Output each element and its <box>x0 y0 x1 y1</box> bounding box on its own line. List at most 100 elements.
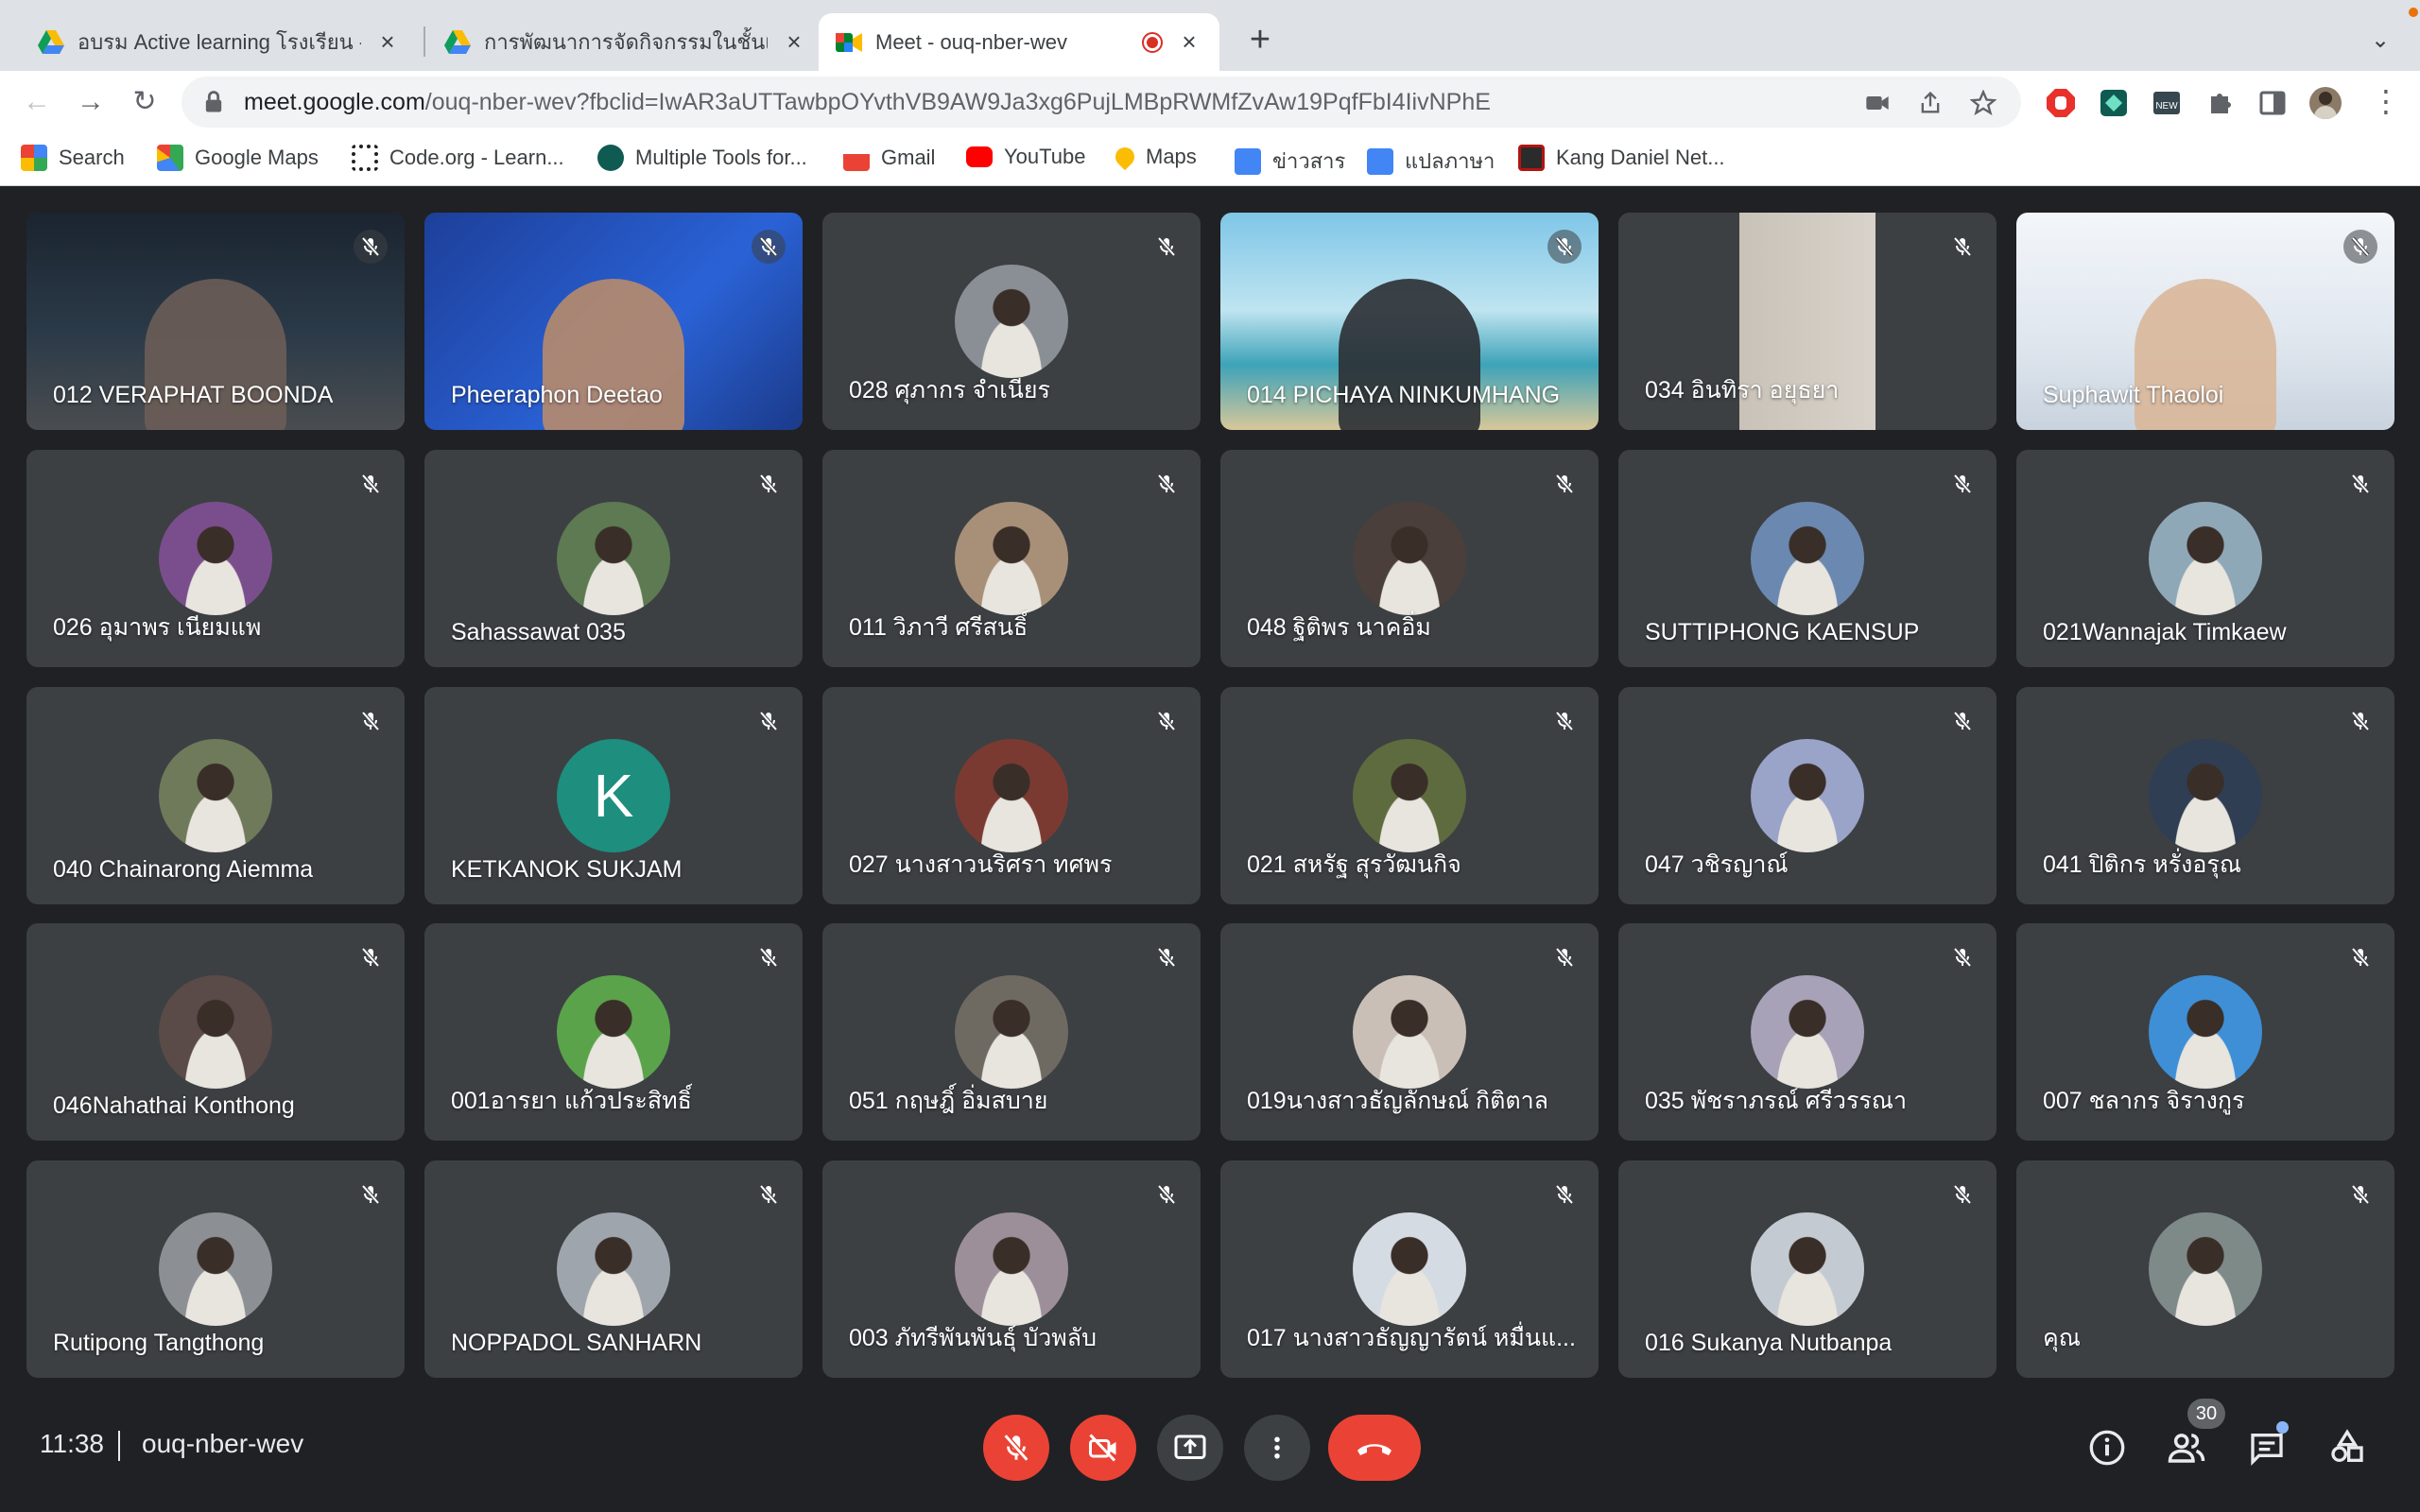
mic-muted-icon <box>2343 1177 2377 1211</box>
reload-icon[interactable]: ↻ <box>127 84 163 120</box>
participant-tile[interactable]: 047 วชิรญาณ์ <box>1618 687 1996 904</box>
profile-avatar[interactable] <box>2309 87 2342 119</box>
browser-tab-strip: อบรม Active learning โรงเรียน - × การพัฒ… <box>0 0 2420 71</box>
tools-extension-icon[interactable] <box>2098 87 2130 119</box>
google-maps-icon <box>157 145 183 171</box>
participant-name: 021Wannajak Timkaew <box>2043 619 2287 645</box>
mic-muted-icon <box>1150 230 1184 264</box>
participant-avatar <box>1751 502 1864 615</box>
participant-tile[interactable]: Sahassawat 035 <box>424 450 803 667</box>
camera-toggle-button[interactable] <box>1070 1415 1136 1481</box>
google-search-icon <box>21 145 47 171</box>
participant-tile[interactable]: 048 ฐิติพร นาคอิ่ม <box>1220 450 1599 667</box>
bookmark-item[interactable]: Gmail <box>843 145 935 171</box>
bookmark-item[interactable]: Multiple Tools for... <box>597 145 807 171</box>
gmail-icon <box>843 145 870 171</box>
participant-name: 003 ภัทรีพันพันธุ์ บัวพลับ <box>849 1325 1097 1351</box>
side-panel-icon[interactable] <box>2256 87 2289 119</box>
bookmark-item[interactable]: YouTube <box>966 145 1085 169</box>
participant-tile[interactable]: Pheeraphon Deetao <box>424 213 803 430</box>
participant-tile[interactable]: 028 ศุภากร จำเนียร <box>822 213 1201 430</box>
activities-button[interactable] <box>2326 1427 2368 1469</box>
participant-tile[interactable]: 019นางสาวธัญลักษณ์ กิติตาล <box>1220 923 1599 1141</box>
mic-muted-icon <box>1945 704 1979 738</box>
bookmark-label: แปลภาษา <box>1405 149 1495 173</box>
close-tab-icon[interactable]: × <box>374 27 401 57</box>
url-text: meet.google.com/ouq-nber-wev?fbclid=IwAR… <box>244 89 1491 116</box>
participant-name: Suphawit Thaoloi <box>2043 382 2224 408</box>
bookmark-item[interactable]: Maps <box>1111 143 1197 171</box>
participant-avatar <box>955 1212 1068 1326</box>
participant-tile[interactable]: 021 สหรัฐ สุรวัฒนกิจ <box>1220 687 1599 904</box>
participant-tile[interactable]: 007 ชลากร จิรางกูร <box>2016 923 2394 1141</box>
recording-icon <box>1142 31 1163 53</box>
participant-tile[interactable]: Suphawit Thaoloi <box>2016 213 2394 430</box>
participant-tile[interactable]: 021Wannajak Timkaew <box>2016 450 2394 667</box>
share-icon[interactable] <box>1917 90 1944 116</box>
new-badge-extension-icon[interactable]: NEW <box>2151 87 2183 119</box>
tools-icon <box>597 145 624 171</box>
bookmark-item[interactable]: Google Maps <box>157 145 319 171</box>
bookmark-item[interactable]: Kang Daniel Net... <box>1518 145 1725 171</box>
participant-tile[interactable]: SUTTIPHONG KAENSUP <box>1618 450 1996 667</box>
people-button[interactable] <box>2166 1427 2207 1469</box>
browser-tab[interactable]: การพัฒนาการจัดกิจกรรมในชั้นเรียน × <box>427 13 824 71</box>
participant-tile[interactable]: 001อารยา แก้วประสิทธิ์ <box>424 923 803 1141</box>
camera-blocked-icon[interactable] <box>1864 90 1891 116</box>
bookmark-item[interactable]: ข่าวสาร <box>1235 145 1345 178</box>
mic-muted-icon <box>2343 230 2377 264</box>
back-arrow-icon[interactable]: ← <box>19 84 55 120</box>
bookmark-item[interactable]: Search <box>21 145 125 171</box>
mic-off-icon <box>1003 1434 1029 1462</box>
maps-pin-icon <box>1111 143 1139 171</box>
mic-muted-icon <box>354 940 388 974</box>
participant-tile[interactable]: 011 วิภาวี ศรีสนธิ์ <box>822 450 1201 667</box>
browser-menu-icon[interactable]: ⋮ <box>2371 83 2401 119</box>
bookmark-item[interactable]: แปลภาษา <box>1367 145 1495 178</box>
participant-tile[interactable]: 003 ภัทรีพันพันธุ์ บัวพลับ <box>822 1160 1201 1378</box>
browser-tab[interactable]: อบรม Active learning โรงเรียน - × <box>21 13 418 71</box>
participant-tile[interactable]: 046Nahathai Konthong <box>26 923 405 1141</box>
avatar-initial: K <box>593 762 634 830</box>
notification-dot <box>2409 8 2418 17</box>
close-tab-icon[interactable]: × <box>1176 27 1202 57</box>
participant-tile[interactable]: Rutipong Tangthong <box>26 1160 405 1378</box>
participant-tile[interactable]: 012 VERAPHAT BOONDA <box>26 213 405 430</box>
bookmark-item[interactable]: Code.org - Learn... <box>352 145 564 171</box>
url-host: meet.google.com <box>244 88 425 115</box>
meeting-details-button[interactable] <box>2086 1427 2128 1469</box>
participant-tile[interactable]: 034 อินทิรา อยุธยา <box>1618 213 1996 430</box>
people-icon <box>2168 1434 2205 1463</box>
close-tab-icon[interactable]: × <box>781 27 807 57</box>
participant-avatar <box>1751 975 1864 1089</box>
tab-title: Meet - ouq-nber-wev <box>875 29 1067 54</box>
address-bar[interactable]: meet.google.com/ouq-nber-wev?fbclid=IwAR… <box>182 77 2021 128</box>
participant-tile[interactable]: 016 Sukanya Nutbanpa <box>1618 1160 1996 1378</box>
more-options-button[interactable] <box>1244 1415 1310 1481</box>
mic-muted-icon <box>1945 940 1979 974</box>
participant-tile[interactable]: 051 กฤษฎิ์ อิ่มสบาย <box>822 923 1201 1141</box>
mic-muted-icon <box>752 467 786 501</box>
participant-tile[interactable]: 014 PICHAYA NINKUMHANG <box>1220 213 1599 430</box>
browser-tab-active[interactable]: Meet - ouq-nber-wev × <box>819 13 1219 71</box>
participant-tile[interactable]: 026 อุมาพร เนียมแพ <box>26 450 405 667</box>
tab-search-chevron-icon[interactable]: ⌄ <box>2371 26 2390 54</box>
adblock-extension-icon[interactable] <box>2045 87 2077 119</box>
participant-avatar <box>1353 1212 1466 1326</box>
participant-tile[interactable]: 027 นางสาวนริศรา ทศพร <box>822 687 1201 904</box>
forward-arrow-icon[interactable]: → <box>73 84 109 120</box>
puzzle-extensions-icon[interactable] <box>2204 87 2236 119</box>
participant-tile[interactable]: คุณ <box>2016 1160 2394 1378</box>
mic-toggle-button[interactable] <box>983 1415 1049 1481</box>
participant-tile[interactable]: NOPPADOL SANHARN <box>424 1160 803 1378</box>
participant-avatar <box>159 502 272 615</box>
participant-tile[interactable]: K KETKANOK SUKJAM <box>424 687 803 904</box>
participant-tile[interactable]: 017 นางสาวธัญญารัตน์ หมื่นแ... <box>1220 1160 1599 1378</box>
end-call-button[interactable] <box>1328 1415 1421 1481</box>
present-screen-button[interactable] <box>1157 1415 1223 1481</box>
new-tab-button[interactable]: + <box>1240 21 1280 60</box>
bookmark-star-icon[interactable] <box>1970 90 1996 116</box>
participant-tile[interactable]: 040 Chainarong Aiemma <box>26 687 405 904</box>
participant-tile[interactable]: 041 ปิติกร หรั่งอรุณ <box>2016 687 2394 904</box>
participant-tile[interactable]: 035 พัชราภรณ์ ศรีวรรณา <box>1618 923 1996 1141</box>
